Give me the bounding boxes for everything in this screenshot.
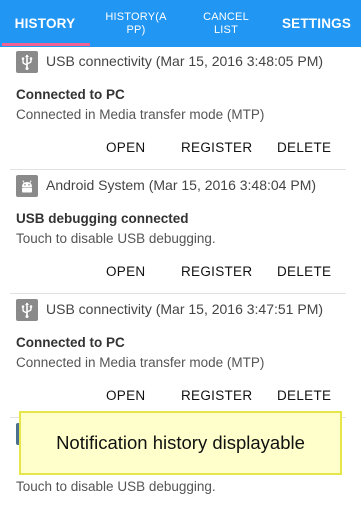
usb-icon — [16, 51, 38, 73]
divider — [10, 169, 346, 170]
tab-selected-indicator — [2, 43, 90, 46]
notification-title: Connected to PC — [16, 335, 125, 350]
open-button[interactable]: OPEN — [106, 264, 145, 279]
notification-text: Touch to disable USB debugging. — [16, 479, 216, 494]
tab-settings[interactable]: SETTINGS — [272, 0, 361, 47]
notification-header: Android System (Mar 15, 2016 3:48:04 PM) — [46, 177, 317, 193]
tab-history-label: HISTORY — [14, 16, 76, 31]
register-button[interactable]: REGISTER — [181, 388, 252, 403]
tab-history-app-line1: HISTORY(A — [105, 10, 167, 23]
delete-button[interactable]: DELETE — [277, 264, 331, 279]
notification-card: Android System (Mar 15, 2016 3:48:04 PM)… — [0, 171, 361, 295]
tab-history-app-line2: PP) — [126, 23, 146, 36]
feature-toast: Notification history displayable — [19, 411, 342, 475]
delete-button[interactable]: DELETE — [277, 388, 331, 403]
notification-title: Connected to PC — [16, 87, 125, 102]
notification-header: USB connectivity (Mar 15, 2016 3:48:05 P… — [46, 53, 324, 69]
notification-text: Connected in Media transfer mode (MTP) — [16, 355, 265, 370]
notification-header: USB connectivity (Mar 15, 2016 3:47:51 P… — [46, 301, 324, 317]
open-button[interactable]: OPEN — [106, 140, 145, 155]
android-icon — [16, 175, 38, 197]
tab-cancel-list[interactable]: CANCEL LIST — [186, 0, 266, 47]
open-button[interactable]: OPEN — [106, 388, 145, 403]
register-button[interactable]: REGISTER — [181, 264, 252, 279]
tab-cancel-list-label: CANCEL LIST — [203, 11, 249, 37]
divider — [10, 293, 346, 294]
notification-text: Connected in Media transfer mode (MTP) — [16, 107, 265, 122]
tab-cancel-list-line2: LIST — [213, 23, 238, 36]
delete-button[interactable]: DELETE — [277, 140, 331, 155]
tab-bar: HISTORY HISTORY(A PP) CANCEL LIST SETTIN… — [0, 0, 361, 47]
notification-card: USB connectivity (Mar 15, 2016 3:47:51 P… — [0, 295, 361, 419]
tab-history[interactable]: HISTORY — [0, 0, 90, 47]
toast-text: Notification history displayable — [56, 432, 305, 453]
register-button[interactable]: REGISTER — [181, 140, 252, 155]
notification-title: USB debugging connected — [16, 211, 189, 226]
tab-history-app-label: HISTORY(A PP) — [105, 11, 166, 37]
tab-settings-label: SETTINGS — [281, 16, 352, 31]
usb-icon — [16, 299, 38, 321]
tab-history-app[interactable]: HISTORY(A PP) — [96, 0, 176, 47]
notification-text: Touch to disable USB debugging. — [16, 231, 216, 246]
notification-card: USB connectivity (Mar 15, 2016 3:48:05 P… — [0, 47, 361, 171]
tab-cancel-list-line1: CANCEL — [203, 10, 249, 23]
